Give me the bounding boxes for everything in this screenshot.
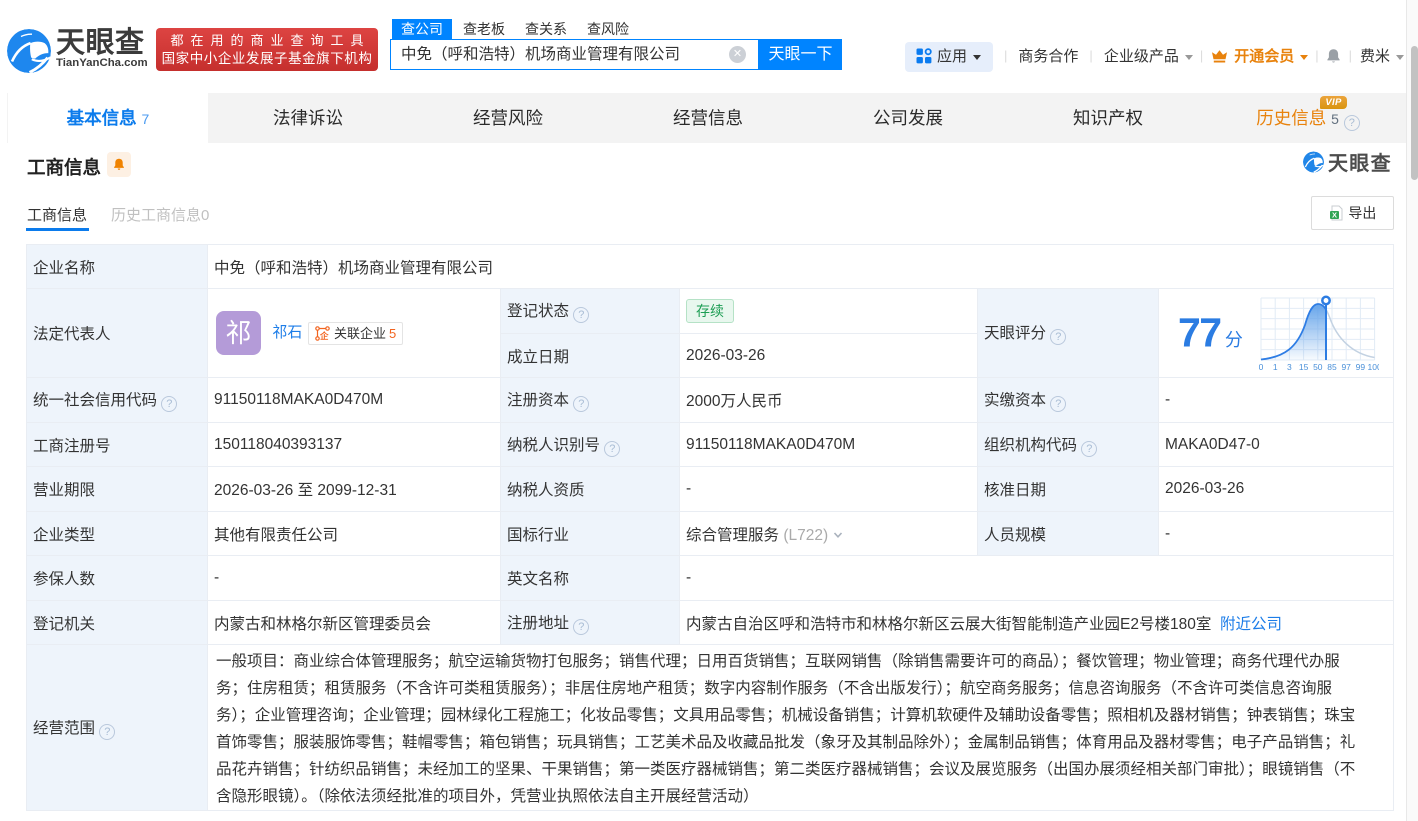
- svg-text:99: 99: [1356, 362, 1366, 372]
- svg-text:100: 100: [1367, 362, 1378, 372]
- svg-text:50: 50: [1313, 362, 1323, 372]
- svg-text:X: X: [1332, 211, 1337, 220]
- svg-text:3: 3: [1287, 362, 1292, 372]
- svg-text:企: 企: [319, 331, 329, 341]
- svg-text:0: 0: [1259, 362, 1264, 372]
- svg-text:97: 97: [1341, 362, 1351, 372]
- svg-text:15: 15: [1299, 362, 1309, 372]
- svg-text:1: 1: [1273, 362, 1278, 372]
- svg-text:85: 85: [1327, 362, 1337, 372]
- svg-text:天眼查: 天眼查: [1328, 151, 1392, 174]
